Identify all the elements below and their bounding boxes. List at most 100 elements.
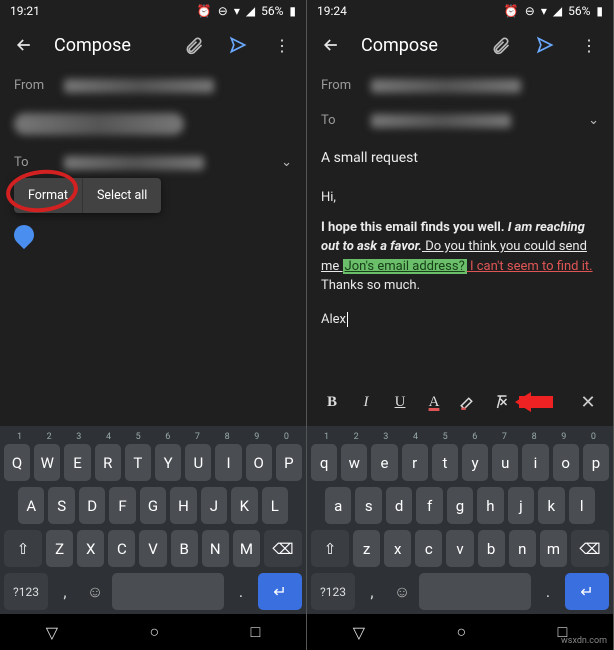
subject-input[interactable]: A small request <box>307 138 613 178</box>
key-space[interactable] <box>112 573 224 610</box>
key-h[interactable]: h <box>477 487 503 524</box>
key-comma[interactable]: , <box>359 573 385 610</box>
key-w[interactable]: W <box>34 444 60 481</box>
key-y[interactable]: Y <box>155 444 181 481</box>
key-z[interactable]: Z <box>46 530 73 567</box>
chevron-down-icon[interactable]: ⌄ <box>588 113 599 128</box>
key-l[interactable]: L <box>262 487 288 524</box>
key-period[interactable]: . <box>535 573 561 610</box>
key-u[interactable]: U <box>185 444 211 481</box>
alarm-icon: ⏰ <box>504 4 519 18</box>
key-emoji[interactable]: ☺ <box>389 573 415 610</box>
key-backspace[interactable]: ⌫ <box>264 530 302 567</box>
ctx-format[interactable]: Format <box>14 178 83 213</box>
nav-recents-icon[interactable]: □ <box>251 622 261 642</box>
fmt-highlight-button[interactable] <box>453 387 483 417</box>
key-t[interactable]: T <box>125 444 151 481</box>
key-x[interactable]: x <box>384 530 411 567</box>
body-area[interactable] <box>0 220 306 426</box>
send-icon[interactable] <box>224 35 252 55</box>
key-b[interactable]: b <box>478 530 505 567</box>
key-v[interactable]: v <box>446 530 473 567</box>
key-j[interactable]: j <box>508 487 534 524</box>
key-backspace[interactable]: ⌫ <box>571 530 609 567</box>
key-q[interactable]: q <box>311 444 337 481</box>
nav-home-icon[interactable]: ○ <box>149 622 159 642</box>
key-m[interactable]: m <box>540 530 567 567</box>
fmt-textcolor-button[interactable]: A <box>419 387 449 417</box>
send-icon[interactable] <box>531 35 559 55</box>
key-e[interactable]: e <box>371 444 397 481</box>
key-shift[interactable]: ⇧ <box>4 530 42 567</box>
key-n[interactable]: n <box>509 530 536 567</box>
from-field[interactable]: From <box>307 68 613 103</box>
key-enter[interactable]: ↵ <box>565 573 609 610</box>
chevron-down-icon[interactable]: ⌄ <box>281 155 292 170</box>
fmt-clear-button[interactable] <box>487 387 517 417</box>
nav-back-icon[interactable]: ▽ <box>353 623 365 642</box>
to-field[interactable]: To ⌄ <box>0 145 306 180</box>
to-field[interactable]: To ⌄ <box>307 103 613 138</box>
from-field[interactable]: From <box>0 68 306 103</box>
key-symbols[interactable]: ?123 <box>311 573 355 610</box>
nav-back-icon[interactable]: ▽ <box>46 623 58 642</box>
key-f[interactable]: F <box>109 487 135 524</box>
key-g[interactable]: G <box>140 487 166 524</box>
key-s[interactable]: S <box>48 487 74 524</box>
key-y[interactable]: y <box>462 444 488 481</box>
key-c[interactable]: c <box>415 530 442 567</box>
key-a[interactable]: A <box>18 487 44 524</box>
key-t[interactable]: t <box>432 444 458 481</box>
key-v[interactable]: V <box>139 530 166 567</box>
key-u[interactable]: u <box>492 444 518 481</box>
key-p[interactable]: P <box>276 444 302 481</box>
attach-icon[interactable] <box>487 35 515 55</box>
key-r[interactable]: R <box>95 444 121 481</box>
key-w[interactable]: w <box>341 444 367 481</box>
key-x[interactable]: X <box>77 530 104 567</box>
key-l[interactable]: l <box>569 487 595 524</box>
key-r[interactable]: r <box>402 444 428 481</box>
key-c[interactable]: C <box>108 530 135 567</box>
key-d[interactable]: d <box>386 487 412 524</box>
key-z[interactable]: z <box>353 530 380 567</box>
ctx-select-all[interactable]: Select all <box>83 178 161 213</box>
key-i[interactable]: i <box>522 444 548 481</box>
key-d[interactable]: D <box>79 487 105 524</box>
key-period[interactable]: . <box>228 573 254 610</box>
key-m[interactable]: M <box>233 530 260 567</box>
key-enter[interactable]: ↵ <box>258 573 302 610</box>
key-e[interactable]: E <box>64 444 90 481</box>
key-j[interactable]: J <box>201 487 227 524</box>
key-g[interactable]: g <box>447 487 473 524</box>
key-comma[interactable]: , <box>52 573 78 610</box>
back-icon[interactable] <box>10 35 38 55</box>
email-body[interactable]: Hi, I hope this email finds you well. I … <box>307 178 613 329</box>
key-k[interactable]: k <box>538 487 564 524</box>
key-i[interactable]: I <box>215 444 241 481</box>
more-icon[interactable]: ⋮ <box>575 36 603 55</box>
key-o[interactable]: o <box>553 444 579 481</box>
more-icon[interactable]: ⋮ <box>268 36 296 55</box>
key-s[interactable]: s <box>355 487 381 524</box>
key-b[interactable]: B <box>171 530 198 567</box>
key-p[interactable]: p <box>583 444 609 481</box>
key-o[interactable]: O <box>246 444 272 481</box>
key-n[interactable]: N <box>202 530 229 567</box>
key-space[interactable] <box>419 573 531 610</box>
fmt-italic-button[interactable]: I <box>351 387 381 417</box>
fmt-bold-button[interactable]: B <box>317 387 347 417</box>
key-emoji[interactable]: ☺ <box>82 573 108 610</box>
fmt-close-button[interactable]: ✕ <box>573 392 603 413</box>
fmt-underline-button[interactable]: U <box>385 387 415 417</box>
key-k[interactable]: K <box>231 487 257 524</box>
key-a[interactable]: a <box>325 487 351 524</box>
key-shift[interactable]: ⇧ <box>311 530 349 567</box>
key-q[interactable]: Q <box>4 444 30 481</box>
nav-home-icon[interactable]: ○ <box>456 622 466 642</box>
key-h[interactable]: H <box>170 487 196 524</box>
back-icon[interactable] <box>317 35 345 55</box>
attach-icon[interactable] <box>180 35 208 55</box>
key-f[interactable]: f <box>416 487 442 524</box>
key-symbols[interactable]: ?123 <box>4 573 48 610</box>
